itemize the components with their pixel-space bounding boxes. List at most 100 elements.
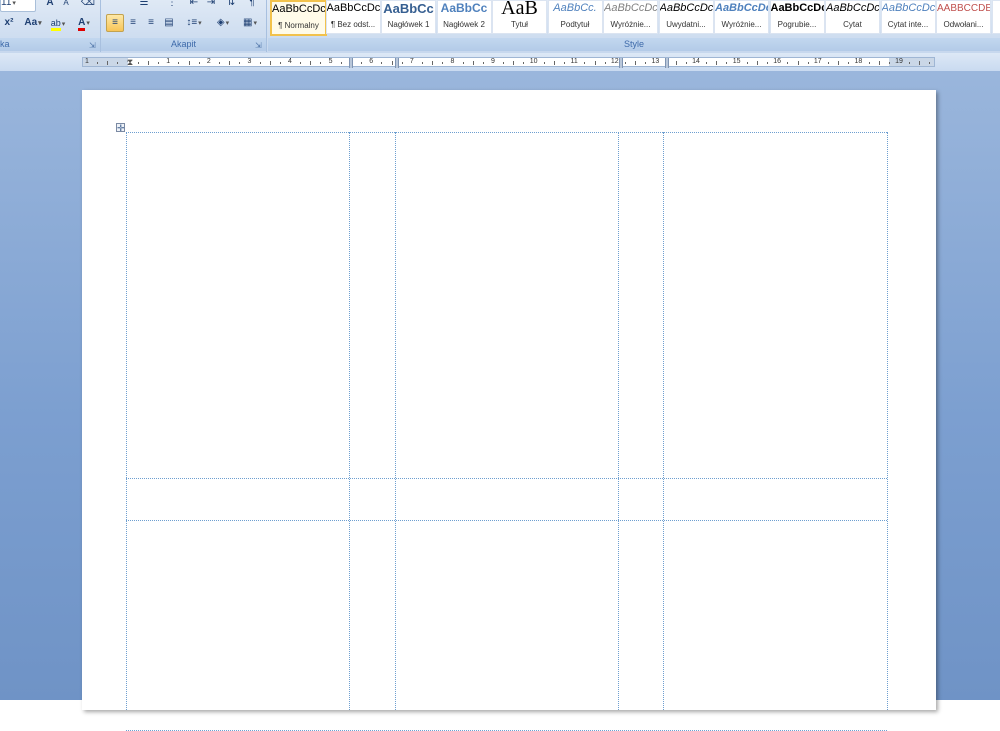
table-move-handle-icon[interactable]: ✛ (116, 123, 125, 132)
horizontal-ruler[interactable]: 1·12345678910111213141516171819 ⧗ (82, 57, 935, 67)
table-cell[interactable] (350, 133, 394, 477)
table-cell[interactable] (127, 521, 348, 709)
ruler-number: 6 (369, 57, 373, 67)
superscript-button[interactable]: x² (0, 14, 18, 32)
align-right-button[interactable]: ≡ (142, 14, 160, 32)
ruler-tick (189, 61, 190, 65)
ruler-tick (483, 62, 484, 64)
style-item[interactable]: AaBbCc.Podtytuł (548, 0, 603, 34)
style-item[interactable]: AaBbCcDcCytat (825, 0, 880, 34)
borders-button[interactable]: ▦▾ (237, 14, 263, 32)
table-cell[interactable] (664, 479, 886, 519)
clear-format-button[interactable]: ⌫ (78, 0, 98, 12)
change-case-button[interactable]: Aa▾ (20, 14, 46, 32)
style-sample: AaBbCcDc (826, 1, 879, 18)
ruler-number: 1 (166, 57, 170, 67)
style-item[interactable]: AaBbCcNagłówek 2 (437, 0, 492, 34)
style-item[interactable]: AaBbCcDcPogrubie... (770, 0, 825, 34)
ruler-tick (879, 61, 880, 65)
ruler-tick (513, 61, 514, 65)
table-column-marker[interactable] (665, 58, 669, 68)
justify-button[interactable]: ▤ (160, 14, 178, 32)
horizontal-ruler-bar: 1·12345678910111213141516171819 ⧗ (0, 53, 1000, 71)
table-cell[interactable] (664, 133, 886, 477)
ruler-tick (148, 61, 149, 65)
ruler-tick (767, 62, 768, 64)
style-name: Podtytuł (549, 18, 602, 31)
table-column-marker[interactable] (619, 58, 623, 68)
style-item[interactable]: AaBbCcDc¶ Normalny (270, 0, 327, 36)
style-item[interactable]: AaBbCcDcCytat inte... (881, 0, 936, 34)
style-item[interactable]: AaBbCcNagłówek 1 (381, 0, 436, 34)
ruler-tick (178, 62, 179, 64)
style-item[interactable]: AaBbCcDcWyróżnie... (714, 0, 769, 34)
table-cell[interactable] (127, 133, 348, 477)
ruler-number: 12 (611, 57, 619, 67)
paragraph-dialog-launcher-icon[interactable]: ⇲ (255, 42, 263, 50)
ruler-tick (838, 61, 839, 65)
ruler-number: 2 (207, 57, 211, 67)
ruler-tick (392, 61, 393, 65)
table-cell[interactable] (664, 521, 886, 709)
table-cell[interactable] (350, 479, 394, 519)
sort-button[interactable]: ⇅ (221, 0, 241, 12)
table-cell[interactable] (350, 521, 394, 709)
show-marks-button[interactable]: ¶ (243, 0, 261, 12)
ruler-tick (554, 61, 555, 65)
style-name: Pogrubie... (771, 18, 824, 31)
style-sample: AaBbCc (438, 1, 491, 18)
shading-button[interactable]: ◈▾ (209, 14, 237, 32)
line-spacing-button[interactable]: ↕≡▾ (181, 14, 207, 32)
style-sample: AaB (493, 1, 546, 18)
style-item[interactable]: AaBbCcDcUwydatni... (659, 0, 714, 34)
ruler-number: 19 (895, 57, 903, 67)
ruler-number: 16 (773, 57, 781, 67)
first-line-indent-marker-icon[interactable]: ⧗ (126, 56, 134, 68)
decrease-indent-button[interactable]: ⇤ (185, 0, 203, 12)
font-color-button[interactable]: A▾ (72, 14, 96, 32)
style-name: Uwydatni... (660, 18, 713, 31)
ruler-tick (828, 62, 829, 64)
font-dialog-launcher-icon[interactable]: ⇲ (89, 42, 97, 50)
ruler-tick (97, 62, 98, 64)
table-cell[interactable] (619, 133, 662, 477)
style-item[interactable]: AaBTytuł (492, 0, 547, 34)
font-size-box[interactable]: 11▾ (0, 0, 36, 12)
highlight-color-button[interactable]: ab▾ (46, 14, 70, 32)
style-name: ¶ Bez odst... (327, 18, 380, 31)
paragraph-group-label: Akapit (101, 38, 266, 51)
ruler-tick (402, 62, 403, 64)
table-cell[interactable] (396, 133, 617, 477)
table-cell[interactable] (619, 521, 662, 709)
table-cell[interactable] (396, 521, 617, 709)
table-cell[interactable] (396, 479, 617, 519)
table-cell[interactable] (619, 479, 662, 519)
table-cell[interactable] (127, 479, 348, 519)
ruler-tick (260, 62, 261, 64)
style-item[interactable]: AABBCCDEOdwołani... (936, 0, 991, 34)
ruler-tick (523, 62, 524, 64)
style-item[interactable]: AaBbCcDc¶ Bez odst... (326, 0, 381, 34)
table-column-marker[interactable] (395, 58, 399, 68)
align-left-button[interactable]: ≡ (106, 14, 124, 32)
ruler-tick (442, 62, 443, 64)
ruler-tick (432, 61, 433, 65)
align-left-icon: ≡ (112, 17, 118, 28)
style-item[interactable]: AaBbCcDcWyróżnie... (603, 0, 658, 34)
ruler-tick (544, 62, 545, 64)
ruler-tick (229, 61, 230, 65)
table-column-marker[interactable] (349, 58, 353, 68)
style-name: Nagłówek 1 (382, 18, 435, 31)
grow-font-button[interactable]: A (42, 0, 58, 12)
align-center-button[interactable]: ≡ (124, 14, 142, 32)
document-page[interactable]: ✛ (82, 90, 936, 710)
multilevel-list-button[interactable]: ⋮ (161, 0, 183, 12)
increase-indent-button[interactable]: ⇥ (202, 0, 220, 12)
paint-bucket-icon: ◈ (217, 17, 225, 28)
ruler-tick (595, 61, 596, 65)
shrink-font-button[interactable]: A (58, 0, 74, 12)
style-name: Wyróżnie... (715, 18, 768, 31)
bullets-button[interactable]: ☰ (133, 0, 155, 12)
style-item[interactable]: A (992, 0, 1000, 34)
style-name: Nagłówek 2 (438, 18, 491, 31)
